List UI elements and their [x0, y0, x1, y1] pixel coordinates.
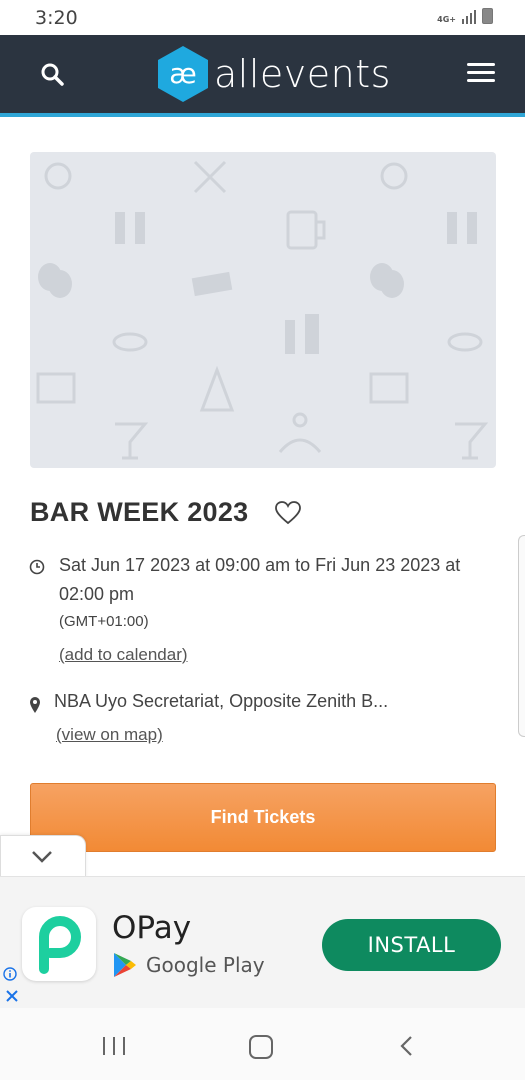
meditation-icon: [278, 412, 322, 453]
home-button[interactable]: [249, 1035, 273, 1059]
tools-icon: [193, 160, 227, 194]
back-button[interactable]: [399, 1035, 415, 1057]
find-tickets-button[interactable]: Find Tickets: [30, 783, 496, 852]
status-bar: 3:20 4G+: [0, 0, 525, 35]
opay-logo-icon: [39, 916, 81, 974]
clock-icon: [29, 559, 45, 575]
recents-icon: [103, 1037, 105, 1055]
menu-button[interactable]: [467, 63, 495, 85]
logo-hexagon-icon: æ: [158, 46, 208, 102]
event-timezone: (GMT+01:00): [59, 613, 149, 630]
battery-icon: [482, 8, 493, 24]
beer-mug-icon: [286, 210, 326, 250]
event-date-range: Sat Jun 17 2023 at 09:00 am to Fri Jun 2…: [59, 555, 461, 604]
status-time: 3:20: [35, 7, 78, 29]
search-button[interactable]: [38, 60, 68, 90]
event-title: BAR WEEK 2023: [30, 497, 249, 527]
event-pattern-icons: [36, 160, 489, 460]
logo-text: allevents: [214, 52, 391, 96]
chevron-down-icon: [32, 851, 52, 863]
side-panel-handle[interactable]: [518, 535, 525, 737]
app-header: æ allevents: [0, 35, 525, 117]
search-icon: [41, 63, 64, 86]
hamburger-line: [467, 79, 495, 82]
ad-info-icon[interactable]: [3, 967, 17, 981]
drum-icon: [112, 332, 483, 352]
system-nav-bar: [0, 1008, 525, 1080]
location-pin-icon: [30, 697, 40, 713]
ad-app-name[interactable]: OPay: [112, 910, 191, 946]
logo-mark: æ: [169, 57, 197, 90]
ad-collapse-tab[interactable]: [0, 835, 86, 878]
ticket-icon: [191, 271, 233, 297]
ad-store-label: Google Play: [146, 953, 265, 977]
status-icons: 4G+: [437, 8, 493, 24]
ad-store-badge: Google Play: [112, 951, 265, 979]
heart-icon: [275, 501, 301, 525]
ad-close-icon[interactable]: [5, 989, 19, 1003]
signal-icon: [462, 8, 476, 24]
network-type-label: 4G+: [437, 15, 456, 24]
event-venue[interactable]: NBA Uyo Secretariat, Opposite Zenith B..…: [54, 691, 494, 712]
disco-ball-icon: [44, 162, 408, 190]
opay-app-icon[interactable]: [22, 907, 96, 981]
ad-banner[interactable]: OPay Google Play INSTALL: [0, 876, 525, 1009]
recents-button[interactable]: [103, 1037, 125, 1055]
hamburger-line: [467, 63, 495, 66]
dancing-couple-icon: [115, 212, 477, 244]
hamburger-line: [467, 71, 495, 74]
favorite-button[interactable]: [274, 500, 302, 526]
event-image-placeholder: [30, 152, 496, 468]
tent-icon: [199, 365, 235, 412]
person-drinking-icon: [285, 314, 319, 354]
view-on-map-link[interactable]: (view on map): [56, 725, 163, 745]
allevents-logo[interactable]: æ allevents: [156, 46, 391, 102]
install-button[interactable]: INSTALL: [322, 919, 501, 971]
add-to-calendar-link[interactable]: (add to calendar): [59, 645, 188, 665]
google-play-icon: [114, 953, 136, 977]
